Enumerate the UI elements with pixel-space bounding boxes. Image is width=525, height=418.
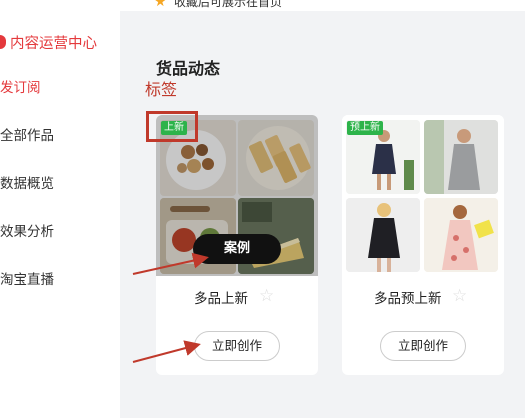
star-icon: ★ <box>154 0 167 10</box>
thumbnail-woman-floral-dress <box>424 198 498 272</box>
card-title: 多品预上新 <box>374 291 442 307</box>
notice-text: 收藏后可展示在首页 <box>174 0 283 9</box>
sidebar-item-subscribe[interactable]: 发订阅 <box>0 76 41 96</box>
case-button[interactable]: 案例 <box>193 234 281 264</box>
template-card-multi-new[interactable]: 上新 案例 多品上新 ☆ 立即创作 <box>156 115 318 375</box>
create-now-button[interactable]: 立即创作 <box>380 331 466 361</box>
create-now-button[interactable]: 立即创作 <box>194 331 280 361</box>
sidebar-item-effect-analysis[interactable]: 效果分析 <box>0 220 54 240</box>
card-thumbnail-grid[interactable]: 预上新 <box>342 115 504 276</box>
sidebar-item-all-works[interactable]: 全部作品 <box>0 124 54 144</box>
card-title: 多品上新 <box>194 291 248 307</box>
sidebar-item-taobao-live[interactable]: 淘宝直播 <box>0 268 54 288</box>
brand-marker-icon <box>0 35 6 49</box>
annotation-label: 标签 <box>145 80 178 99</box>
notice-bar: ★ 收藏后可展示在首页 <box>120 0 525 11</box>
thumbnail-woman-black-coat <box>346 198 420 272</box>
template-card-multi-pre-new[interactable]: 预上新 多品预上新 ☆ 立即创作 <box>342 115 504 375</box>
sidebar: 内容运营中心 发订阅 全部作品 数据概览 效果分析 淘宝直播 <box>0 0 120 418</box>
sidebar-item-data-overview[interactable]: 数据概览 <box>0 172 54 192</box>
sidebar-brand: 内容运营中心 <box>0 30 97 54</box>
brand-title: 内容运营中心 <box>10 35 97 52</box>
star-outline-icon[interactable]: ☆ <box>452 287 467 305</box>
status-badge: 预上新 <box>347 121 383 135</box>
annotation-highlight-box <box>146 111 198 142</box>
star-outline-icon[interactable]: ☆ <box>259 287 274 305</box>
thumbnail-woman-gray-dress <box>424 120 498 194</box>
